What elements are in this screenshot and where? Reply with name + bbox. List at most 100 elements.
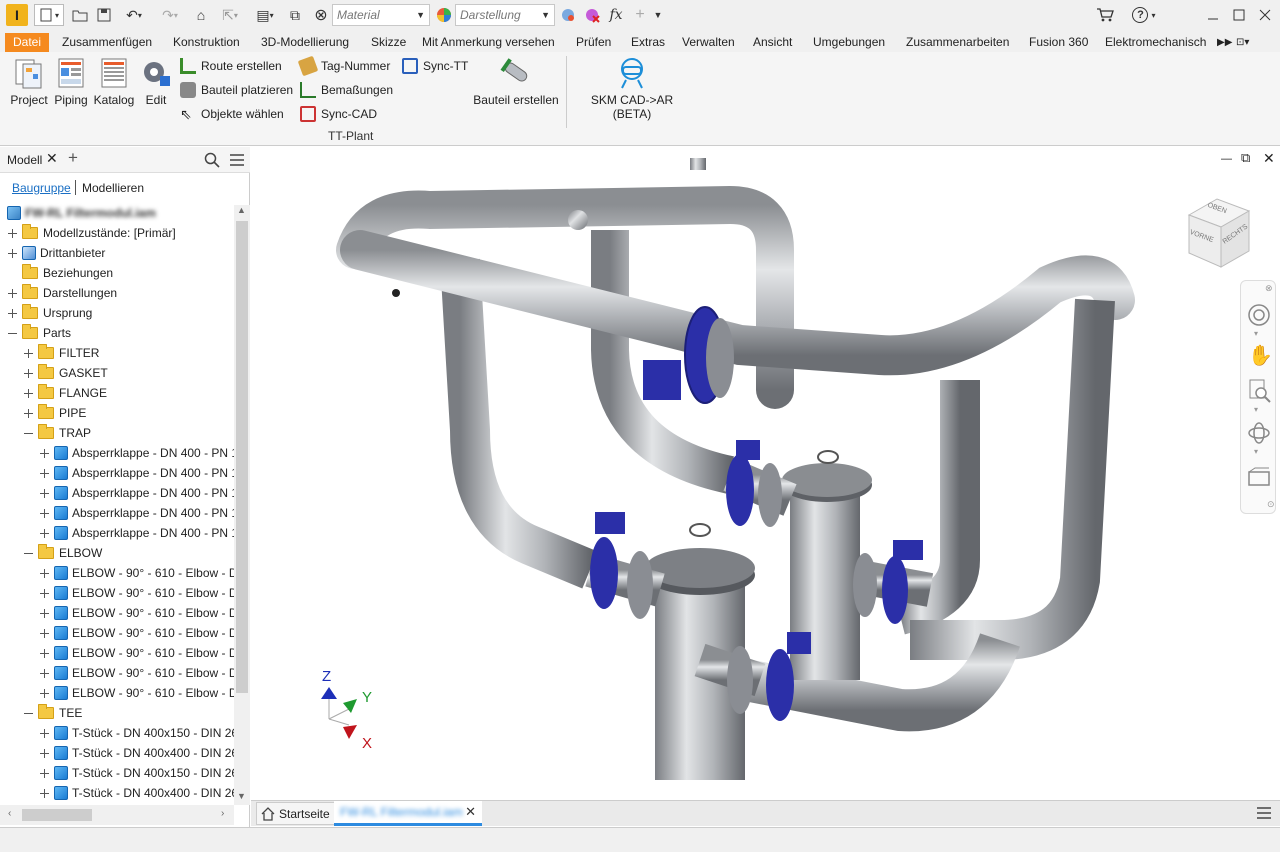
tree-item[interactable]: T-Stück - DN 400x400 - DIN 2615 [39, 783, 234, 803]
tree-item[interactable]: GASKET [23, 363, 108, 383]
expand-icon[interactable] [39, 648, 50, 659]
tree-item[interactable]: Absperrklappe - DN 400 - PN 16 - [39, 463, 234, 483]
menu-icon[interactable] [229, 153, 245, 167]
expand-icon[interactable] [39, 608, 50, 619]
tab-3d-modellierung[interactable]: 3D-Modellierung [261, 33, 349, 52]
close-browser-icon[interactable]: ✕ [46, 150, 58, 167]
customize-icon[interactable]: ▼ [650, 4, 666, 26]
expand-icon[interactable] [7, 288, 18, 299]
skm-cad-ar-button[interactable]: SKM CAD->AR (BETA) [570, 56, 694, 121]
expand-icon[interactable] [39, 788, 50, 799]
close-icon[interactable] [1254, 4, 1276, 26]
canvas-close-icon[interactable]: ✕ [1263, 150, 1275, 167]
save-icon[interactable] [94, 4, 114, 26]
tree-item[interactable]: ELBOW - 90° - 610 - Elbow - DN 4 [39, 683, 234, 703]
scroll-thumb[interactable] [236, 221, 248, 693]
tree-item[interactable]: Absperrklappe - DN 400 - PN 16 - [39, 443, 234, 463]
undo-icon[interactable]: ↶ ▾ [118, 4, 150, 26]
expand-icon[interactable] [23, 388, 34, 399]
expand-icon[interactable] [39, 628, 50, 639]
tab-umgebungen[interactable]: Umgebungen [813, 33, 885, 52]
collapse-icon[interactable] [23, 548, 34, 559]
app-menu-button[interactable]: I [6, 4, 28, 26]
tree-item[interactable]: Parts [7, 323, 71, 343]
tree-item[interactable]: T-Stück - DN 400x150 - DIN 2615 [39, 763, 234, 783]
tree-item[interactable]: Absperrklappe - DN 400 - PN 16 - [39, 523, 234, 543]
tab-skizze[interactable]: Skizze [371, 33, 406, 52]
tab-elektromechanisch[interactable]: Elektromechanisch [1105, 33, 1206, 52]
collapse-icon[interactable] [23, 708, 34, 719]
tab-modellieren[interactable]: Modellieren [82, 181, 144, 195]
tree-item[interactable]: Ursprung [7, 303, 92, 323]
expand-icon[interactable] [39, 488, 50, 499]
tab-konstruktion[interactable]: Konstruktion [173, 33, 240, 52]
open-icon[interactable] [70, 4, 90, 26]
tree-item[interactable]: ELBOW - 90° - 610 - Elbow - DN 4 [39, 663, 234, 683]
tree-item[interactable]: FILTER [23, 343, 99, 363]
tag-nummer-button[interactable]: Tag-Nummer [297, 55, 390, 77]
horizontal-scrollbar[interactable]: ‹ › [0, 805, 234, 825]
scroll-up-icon[interactable]: ▲ [237, 205, 246, 215]
tree-item[interactable]: ELBOW - 90° - 610 - Elbow - DN 4 [39, 623, 234, 643]
expand-icon[interactable] [39, 668, 50, 679]
tab-baugruppe[interactable]: Baugruppe [12, 181, 71, 195]
tree-item[interactable]: TEE [23, 703, 82, 723]
tree-item[interactable]: T-Stück - DN 400x400 - DIN 2615 [39, 743, 234, 763]
measure-icon[interactable]: ▤ ▾ [250, 4, 280, 26]
project-button[interactable]: Project [8, 56, 50, 107]
more-tabs-icon[interactable]: ▶▶ [1217, 33, 1232, 52]
tree-item[interactable]: Absperrklappe - DN 400 - PN 16 - [39, 503, 234, 523]
navbar-customize-icon[interactable]: ⊙ [1267, 499, 1275, 510]
tab-extras[interactable]: Extras [631, 33, 665, 52]
cart-icon[interactable] [1094, 4, 1116, 26]
select-icon[interactable]: ⇱ ▾ [216, 4, 244, 26]
canvas-restore-icon[interactable]: ⧉ [1241, 150, 1250, 166]
expand-icon[interactable] [39, 448, 50, 459]
material-combo[interactable]: Material ▼ [332, 4, 430, 26]
tree-item[interactable]: ELBOW - 90° - 610 - Elbow - DN 4 [39, 603, 234, 623]
tree-item[interactable]: Modellzustände: [Primär] [7, 223, 176, 243]
expand-icon[interactable] [39, 688, 50, 699]
tree-item[interactable]: PIPE [23, 403, 86, 423]
view-face-icon[interactable] [1247, 467, 1271, 487]
tree-item[interactable]: FLANGE [23, 383, 107, 403]
tree-item[interactable]: TRAP [23, 423, 91, 443]
tree-item[interactable]: ELBOW - 90° - 610 - Elbow - DN 4 [39, 583, 234, 603]
tab-startseite[interactable]: Startseite [256, 802, 335, 825]
tree-item[interactable]: ELBOW - 90° - 610 - Elbow - DN 4 [39, 643, 234, 663]
expand-icon[interactable] [39, 528, 50, 539]
view-cube[interactable]: OBEN VORNE RECHTS [1183, 193, 1255, 271]
search-icon[interactable] [204, 152, 220, 168]
material-sphere-icon[interactable]: ⊗ [310, 4, 332, 26]
steering-wheel-icon[interactable] [1247, 303, 1271, 327]
scroll-left-icon[interactable]: ‹ [8, 808, 11, 819]
expand-icon[interactable] [39, 468, 50, 479]
maximize-icon[interactable] [1228, 4, 1250, 26]
tree-root[interactable]: FW-RL Filtermodul.iam [7, 203, 156, 223]
doc-menu-icon[interactable] [1256, 806, 1272, 820]
katalog-button[interactable]: Katalog [92, 56, 136, 107]
expand-icon[interactable] [39, 568, 50, 579]
close-doc-icon[interactable]: ✕ [465, 804, 476, 820]
canvas-minimize-icon[interactable]: — [1221, 153, 1232, 165]
add-browser-icon[interactable]: + [68, 148, 78, 168]
sync-cad-button[interactable]: Sync-CAD [300, 103, 377, 125]
tab-active-document[interactable]: FW-RL Filtermodul.iam ✕ [334, 801, 482, 826]
tab-fusion360[interactable]: Fusion 360 [1029, 33, 1088, 52]
appearance-combo[interactable]: Darstellung ▼ [455, 4, 555, 26]
expand-icon[interactable] [23, 408, 34, 419]
navbar-close-icon[interactable]: ⊗ [1265, 283, 1273, 294]
expand-icon[interactable] [7, 228, 18, 239]
home-icon[interactable]: ⌂ [190, 4, 212, 26]
collapse-icon[interactable] [7, 328, 18, 339]
tab-ansicht[interactable]: Ansicht [753, 33, 792, 52]
adjust-appearance-icon[interactable] [558, 4, 578, 26]
expand-icon[interactable] [39, 588, 50, 599]
expand-icon[interactable] [23, 348, 34, 359]
scroll-down-icon[interactable]: ▼ [237, 791, 246, 801]
pipe-assembly-3d[interactable] [251, 147, 1280, 800]
bauteil-erstellen-button[interactable]: Bauteil erstellen [472, 56, 560, 107]
new-document-icon[interactable]: ▾ [34, 4, 64, 26]
tree-item[interactable]: ELBOW - 90° - 610 - Elbow - DN 4 [39, 563, 234, 583]
hscroll-thumb[interactable] [22, 809, 92, 821]
